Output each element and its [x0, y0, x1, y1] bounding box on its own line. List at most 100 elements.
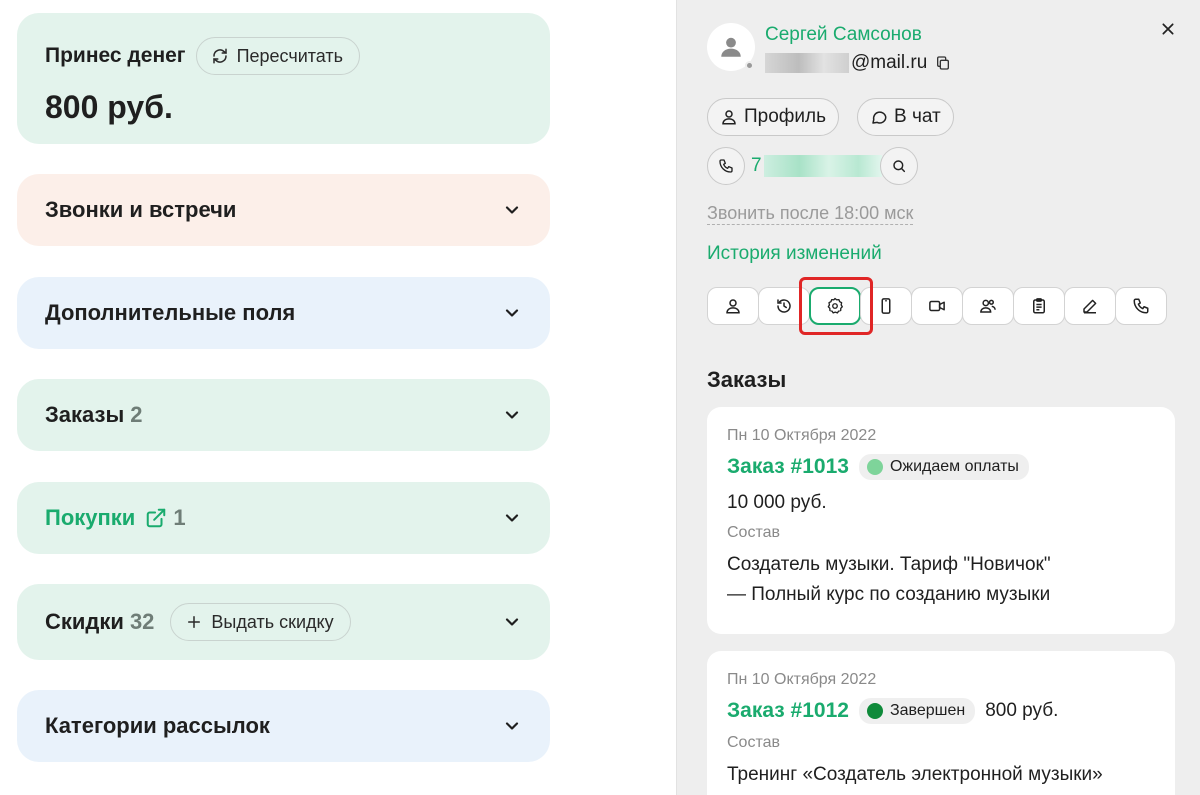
order-link[interactable]: Заказ #1012 [727, 699, 849, 723]
purchases-link[interactable]: Покупки [45, 505, 135, 531]
phone-icon [1133, 298, 1149, 314]
toolbar-phone-button[interactable] [1115, 287, 1167, 325]
email-domain: @mail.ru [851, 52, 928, 73]
status-dot [866, 703, 883, 719]
toolbar-mobile-button[interactable] [860, 287, 912, 325]
group-icon [980, 299, 996, 313]
video-icon [929, 300, 945, 312]
accordion-orders-title: Заказы 2 [45, 402, 143, 428]
recalculate-label: Пересчитать [236, 45, 344, 66]
order-card: Пн 10 Октября 2022 Заказ #1012 Завершен … [707, 651, 1175, 795]
recalculate-button[interactable]: Пересчитать [195, 37, 361, 75]
action-toolbar [707, 287, 1167, 325]
order-composition-label: Состав [727, 734, 780, 751]
order-status-badge: Завершен [858, 698, 976, 724]
order-status-label: Завершен [889, 702, 966, 719]
toolbar-clipboard-button[interactable] [1013, 287, 1065, 325]
accordion-orders[interactable]: Заказы 2 [17, 379, 550, 451]
call-preference[interactable]: Звонить после 18:00 мск [707, 203, 914, 225]
phone-number[interactable]: 7 [751, 155, 882, 177]
pencil-icon [1083, 299, 1097, 314]
refresh-icon [212, 48, 227, 64]
user-icon [722, 110, 736, 125]
client-left-panel: Принес денег Пересчитать 800 руб. Звонки… [0, 0, 676, 795]
accordion-mailing-title: Категории рассылок [45, 713, 270, 738]
order-composition-line: Тренинг «Создатель электронной музыки» [727, 764, 1103, 785]
badge-settings-icon [827, 297, 843, 314]
phone-search-button[interactable] [880, 147, 918, 185]
copy-icon[interactable] [935, 55, 951, 71]
accordion-discounts[interactable]: Скидки 32 Выдать скидку [17, 584, 550, 660]
user-icon [726, 299, 740, 314]
close-icon [1162, 23, 1174, 35]
order-composition-label: Состав [727, 524, 780, 541]
toolbar-video-button[interactable] [911, 287, 963, 325]
phone-prefix: 7 [751, 155, 762, 176]
external-link-icon[interactable] [145, 507, 167, 529]
give-discount-label: Выдать скидку [211, 611, 334, 632]
toolbar-user-button[interactable] [707, 287, 759, 325]
profile-button[interactable]: Профиль [707, 98, 840, 136]
accordion-calls-title: Звонки и встречи [45, 197, 237, 222]
order-price: 800 руб. [985, 700, 1059, 721]
toolbar-history-button[interactable] [758, 287, 810, 325]
accordion-extra-fields[interactable]: Дополнительные поля [17, 277, 550, 349]
toolbar-edit-button[interactable] [1064, 287, 1116, 325]
chevron-down-icon [505, 411, 519, 419]
order-composition-line: — Полный курс по созданию музыки [727, 584, 1051, 605]
accordion-mailing-categories[interactable]: Категории рассылок [17, 690, 550, 762]
phone-redacted [763, 155, 882, 177]
order-composition: Тренинг «Создатель электронной музыки» [727, 760, 1155, 790]
accordion-fields-title: Дополнительные поля [45, 300, 296, 325]
order-date: Пн 10 Октября 2022 [727, 427, 877, 444]
history-icon [777, 299, 791, 313]
order-composition: Создатель музыки. Тариф "Новичок" — Полн… [727, 550, 1155, 610]
client-side-panel: Сергей Самсонов @mail.ru Профиль В чат 7… [676, 0, 1200, 795]
plus-icon [188, 616, 201, 628]
chevron-down-icon [505, 618, 519, 626]
toolbar-group-button[interactable] [962, 287, 1014, 325]
order-composition-line: Создатель музыки. Тариф "Новичок" [727, 554, 1051, 575]
chat-bubble-icon [872, 111, 887, 124]
history-link[interactable]: История изменений [707, 243, 882, 265]
chevron-down-icon [505, 722, 519, 730]
revenue-card: Принес денег Пересчитать 800 руб. [17, 13, 550, 144]
give-discount-button[interactable]: Выдать скидку [170, 603, 351, 641]
orders-section-title: Заказы [707, 367, 787, 392]
orders-label: Заказы [45, 402, 125, 427]
user-name[interactable]: Сергей Самсонов [765, 24, 922, 46]
accordion-calls[interactable]: Звонки и встречи [17, 174, 550, 246]
order-link[interactable]: Заказ #1013 [727, 455, 849, 479]
revenue-title: Принес денег [45, 44, 186, 67]
email-redacted [765, 53, 849, 73]
accordion-purchases[interactable]: Покупки 1 [17, 482, 550, 554]
chevron-down-icon [505, 206, 519, 214]
toolbar-badge-settings-button[interactable] [809, 287, 861, 325]
mobile-icon [881, 298, 891, 314]
order-date: Пн 10 Октября 2022 [727, 671, 877, 688]
order-status-badge: Ожидаем оплаты [858, 454, 1029, 480]
purchases-count: 1 [173, 505, 186, 530]
chat-button[interactable]: В чат [857, 98, 954, 136]
profile-label: Профиль [744, 106, 827, 127]
revenue-value: 800 руб. [45, 89, 173, 125]
user-email: @mail.ru [765, 52, 951, 74]
discounts-label: Скидки [45, 609, 124, 634]
search-icon [893, 160, 906, 173]
user-placeholder-icon [721, 37, 741, 57]
status-dot [866, 459, 883, 475]
chevron-down-icon [505, 309, 519, 317]
order-status-label: Ожидаем оплаты [889, 458, 1019, 475]
clipboard-icon [1033, 298, 1045, 314]
phone-icon [719, 159, 733, 173]
online-status-dot [745, 61, 754, 70]
accordion-purchases-title: Покупки 1 [45, 505, 186, 531]
order-card: Пн 10 Октября 2022 Заказ #1013 Ожидаем о… [707, 407, 1175, 634]
order-price: 10 000 руб. [727, 492, 827, 513]
call-button[interactable] [707, 147, 745, 185]
chevron-down-icon [505, 514, 519, 522]
discounts-count: 32 [129, 609, 155, 634]
close-button[interactable] [1157, 18, 1179, 40]
orders-count: 2 [130, 402, 143, 427]
chat-label: В чат [894, 106, 941, 127]
